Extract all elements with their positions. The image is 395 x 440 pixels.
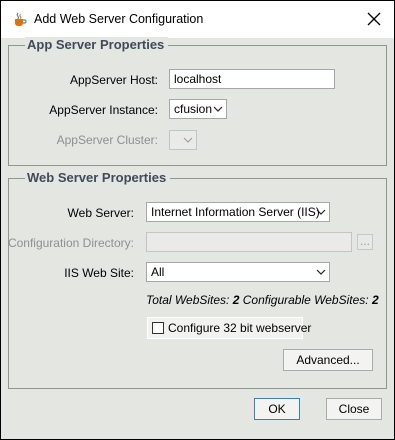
close-icon[interactable] [367,12,381,26]
chevron-down-icon [316,209,326,215]
total-websites-value: 2 [232,293,240,307]
advanced-button[interactable]: Advanced... [283,349,373,371]
window-title: Add Web Server Configuration [34,12,204,26]
close-button[interactable]: Close [326,398,382,420]
configurable-websites-value: 2 [371,293,379,307]
ok-button[interactable]: OK [254,398,300,420]
chevron-down-icon [213,106,223,112]
config-directory-label: Configuration Directory: [7,236,134,250]
configure-32bit-checkbox[interactable] [152,322,164,334]
dialog-window: Add Web Server Configuration App Server … [1,1,394,439]
appserver-cluster-select [169,130,197,150]
browse-button: ... [357,234,373,250]
appserver-host-input[interactable]: localhost [169,69,335,89]
iis-website-label: IIS Web Site: [64,266,134,280]
configure-32bit-option[interactable]: Configure 32 bit webserver [147,317,311,339]
config-directory-input [146,232,352,252]
web-server-group-title: Web Server Properties [25,170,171,185]
title-bar[interactable]: Add Web Server Configuration [1,1,394,38]
web-server-select[interactable]: Internet Information Server (IIS) [146,202,330,222]
configure-32bit-label: Configure 32 bit webserver [168,321,312,335]
appserver-cluster-label: AppServer Cluster: [56,133,158,147]
web-server-label: Web Server: [67,206,134,220]
chevron-down-icon [183,137,193,143]
appserver-instance-label: AppServer Instance: [49,103,158,117]
app-server-group-title: App Server Properties [25,37,169,52]
appserver-instance-select[interactable]: cfusion [169,99,227,119]
websites-summary: Total WebSites: 2 Configurable WebSites:… [146,293,379,307]
appserver-instance-value: cfusion [174,102,213,116]
web-server-value: Internet Information Server (IIS) [151,205,320,219]
configurable-websites-label: Configurable WebSites: [242,293,369,307]
total-websites-label: Total WebSites: [146,293,230,307]
iis-website-select[interactable]: All [146,262,330,282]
iis-website-value: All [151,265,165,279]
appserver-host-label: AppServer Host: [69,73,158,87]
chevron-down-icon [316,269,326,275]
java-coffee-cup-icon [15,12,27,26]
